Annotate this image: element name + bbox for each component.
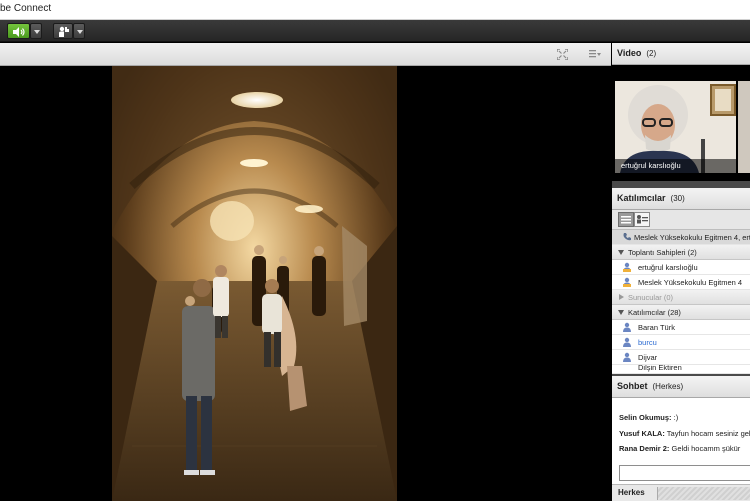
chevron-down-icon <box>618 310 624 315</box>
chevron-down-icon <box>618 250 624 255</box>
attendee-row[interactable]: Dilşin Ektiren <box>612 365 750 374</box>
chat-message: Rana Demir 2: Geldi hocamm şükür <box>619 444 741 453</box>
raise-hand-dropdown-button[interactable] <box>73 23 85 39</box>
right-pods-column: Video (2) ertuğrul karslıoğlu Katılımcıl… <box>612 43 750 501</box>
list-view-button[interactable] <box>618 212 634 227</box>
chat-scope: (Herkes) <box>652 382 684 391</box>
raise-hand-button[interactable] <box>53 23 73 39</box>
video-pod-title: Video <box>617 48 642 58</box>
attendee-row[interactable]: Meslek Yüksekokulu Egitmen 4 <box>612 275 750 290</box>
title-bar: be Connect <box>0 0 750 20</box>
attendees-pod-title: Katılımcılar <box>617 193 666 203</box>
list-view-icon <box>621 216 631 224</box>
video-pod-header: Video (2) <box>612 43 750 65</box>
video-tile-second[interactable] <box>738 81 750 173</box>
fullscreen-icon[interactable] <box>557 49 568 60</box>
attendees-pod-header: Katılımcılar (30) <box>612 188 750 210</box>
chat-footer: Herkes <box>612 484 750 501</box>
phone-icon <box>623 233 631 241</box>
participant-icon <box>623 322 631 332</box>
attendee-row[interactable]: Baran Türk <box>612 320 750 335</box>
attendees-toolbar <box>612 210 750 230</box>
main-toolbar <box>0 20 750 42</box>
host-icon <box>623 262 631 272</box>
user-list-icon <box>637 215 648 224</box>
chat-pod: Sohbet (Herkes) Selin Okumuş: :) Yusuf KA… <box>612 376 750 501</box>
participant-icon <box>623 337 631 347</box>
group-row-presenters[interactable]: Sunucular (0) <box>612 290 750 305</box>
video-pod-count: (2) <box>646 49 657 58</box>
attendees-pod-count: (30) <box>670 194 685 203</box>
chat-pod-title: Sohbet <box>617 381 648 391</box>
chevron-right-icon <box>619 294 624 300</box>
shared-photo-tunnel <box>112 66 397 501</box>
adobe-connect-window: be Connect Video (2) ertuğrul karslıoğlu… <box>0 0 750 501</box>
video-participant-name: ertuğrul karslıoğlu <box>615 159 736 173</box>
chat-scroll-area <box>657 487 750 500</box>
host-icon <box>623 277 631 287</box>
pod-menu-icon[interactable] <box>589 49 601 59</box>
chat-message: Selin Okumuş: :) <box>619 413 679 422</box>
chevron-down-icon <box>34 30 40 34</box>
shared-content-area <box>0 66 611 501</box>
group-row-hosts[interactable]: Toplantı Sahipleri (2) <box>612 245 750 260</box>
attendee-status-view-button[interactable] <box>634 212 650 227</box>
chat-pod-header: Sohbet (Herkes) <box>612 376 750 398</box>
speaker-icon <box>13 27 25 37</box>
video-pod: ertuğrul karslıoğlu <box>612 65 750 181</box>
speaker-button[interactable] <box>7 23 30 39</box>
raise-hand-icon <box>59 26 69 37</box>
share-pod-header <box>0 43 611 66</box>
chat-input[interactable] <box>619 465 750 481</box>
attendee-row[interactable]: burcu <box>612 335 750 350</box>
chat-message: Yusuf KALA: Tayfun hocam sesiniz gel <box>619 429 750 438</box>
chevron-down-icon <box>77 30 83 34</box>
participant-icon <box>623 352 631 362</box>
chat-recipient-button[interactable]: Herkes <box>618 488 645 497</box>
window-title: be Connect <box>0 3 52 14</box>
attendees-pod: Katılımcılar (30) Meslek Yüksekokulu Egi… <box>612 188 750 374</box>
attendee-row[interactable]: ertuğrul karslıoğlu <box>612 260 750 275</box>
speaker-dropdown-button[interactable] <box>30 23 42 39</box>
attendee-row-phone[interactable]: Meslek Yüksekokulu Egitmen 4, ertu <box>612 230 750 245</box>
video-tile[interactable]: ertuğrul karslıoğlu <box>615 81 736 173</box>
attendee-row[interactable]: Dijvar <box>612 350 750 365</box>
group-row-participants[interactable]: Katılımcılar (28) <box>612 305 750 320</box>
chat-messages: Selin Okumuş: :) Yusuf KALA: Tayfun hoca… <box>612 398 750 468</box>
